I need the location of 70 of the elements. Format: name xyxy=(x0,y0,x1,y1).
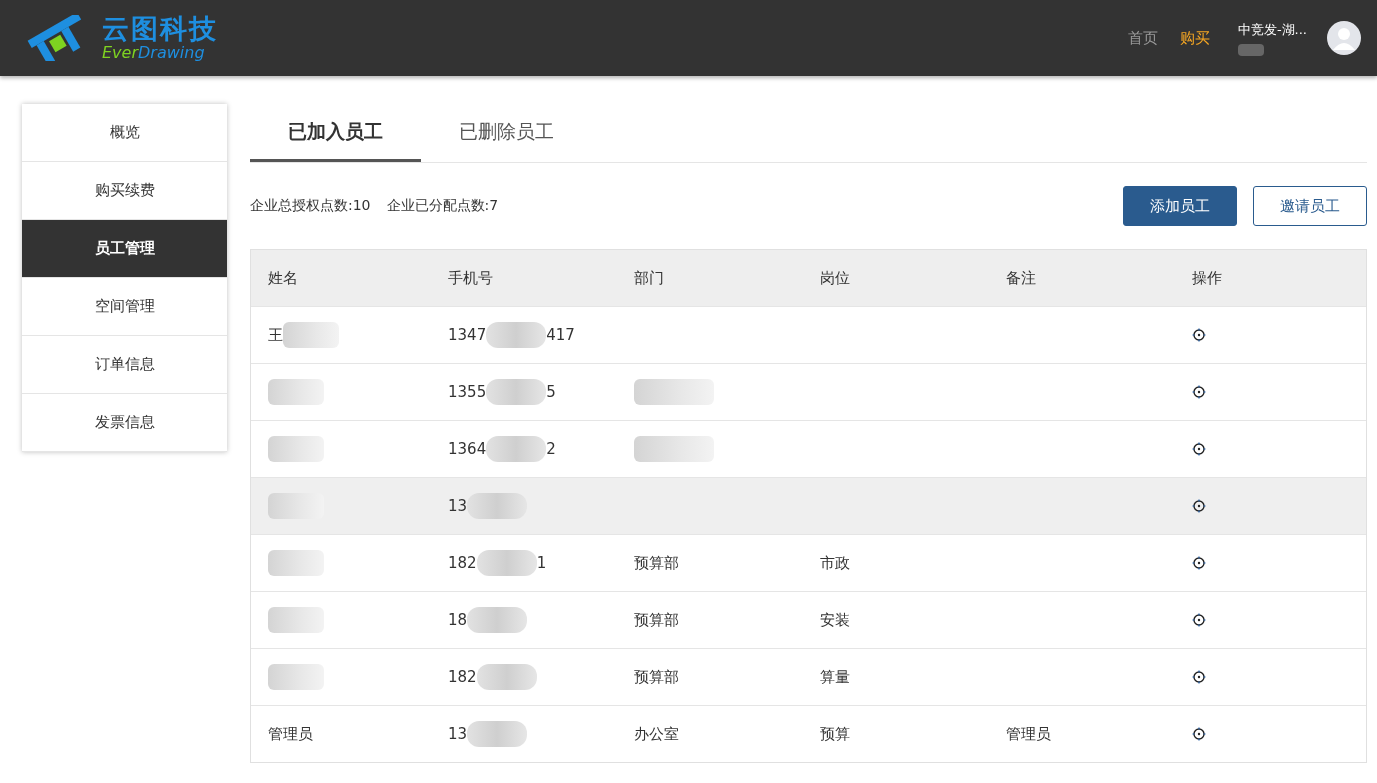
sidebar-item[interactable]: 概览 xyxy=(22,104,227,162)
summary-text: 企业总授权点数:10 xyxy=(250,197,371,215)
tab[interactable]: 已加入员工 xyxy=(250,104,421,162)
table-cell: 1355 xyxy=(448,383,487,401)
table-cell: 5 xyxy=(546,383,556,401)
table-cell: 182 xyxy=(448,554,477,572)
table-cell: 预算 xyxy=(820,724,850,744)
table-cell: 13 xyxy=(448,497,468,515)
table-cell: 预算部 xyxy=(634,610,679,630)
column-header: 备注 xyxy=(1005,268,1037,288)
company-name: 中竞发-湖... xyxy=(1237,20,1307,39)
redacted-block xyxy=(467,721,528,747)
settings-icon[interactable] xyxy=(1192,613,1206,627)
summary-text: 企业已分配点数:7 xyxy=(386,197,499,215)
table-cell: 13 xyxy=(448,725,468,743)
tab[interactable]: 已删除员工 xyxy=(421,104,592,162)
nav-link[interactable]: 购买 xyxy=(1179,28,1210,48)
nav-link[interactable]: 首页 xyxy=(1127,28,1158,48)
redacted-block xyxy=(467,607,528,633)
settings-icon[interactable] xyxy=(1192,442,1206,456)
logo-subtitle: Drawing xyxy=(138,43,205,62)
add-button[interactable]: 添加员工 xyxy=(1123,186,1237,226)
table-cell: 1347 xyxy=(448,326,487,344)
redacted-block xyxy=(476,550,537,576)
settings-icon[interactable] xyxy=(1192,727,1206,741)
table-cell: 管理员 xyxy=(1006,724,1051,744)
settings-icon[interactable] xyxy=(1192,499,1206,513)
table-row[interactable]: 182 1 预算部 市政 xyxy=(251,535,1366,592)
table-cell: 办公室 xyxy=(634,724,679,744)
table-cell: 417 xyxy=(546,326,575,344)
settings-icon[interactable] xyxy=(1192,670,1206,684)
redacted-block xyxy=(467,493,528,519)
sidebar-item[interactable]: 发票信息 xyxy=(22,394,227,452)
redacted-block xyxy=(486,322,547,348)
settings-icon[interactable] xyxy=(1192,385,1206,399)
table-cell: 预算部 xyxy=(634,553,679,573)
column-header: 手机号 xyxy=(447,268,494,288)
column-header: 姓名 xyxy=(267,268,299,288)
table-row[interactable]: 管理员 13 办公室 预算 管理员 xyxy=(251,706,1366,762)
table-cell: 2 xyxy=(546,440,556,458)
sidebar-item[interactable]: 员工管理 xyxy=(22,220,227,278)
settings-icon[interactable] xyxy=(1192,328,1206,342)
table-row[interactable]: 王 1347 417 xyxy=(251,307,1366,364)
table-cell: 182 xyxy=(448,668,477,686)
column-header: 部门 xyxy=(633,268,665,288)
redacted-block xyxy=(486,379,547,405)
table-cell: 王 xyxy=(268,325,283,345)
sidebar-item[interactable]: 空间管理 xyxy=(22,278,227,336)
table-cell: 市政 xyxy=(820,553,850,573)
table-cell: 安装 xyxy=(820,610,850,630)
column-header: 岗位 xyxy=(819,268,851,288)
logo-subtitle: Ever xyxy=(102,43,138,62)
avatar-icon[interactable] xyxy=(1327,21,1361,55)
table-cell: 1 xyxy=(536,554,547,572)
redacted-block xyxy=(486,436,547,462)
logo-title: 云图科技 xyxy=(102,15,218,42)
table-row[interactable]: 182 预算部 算量 xyxy=(251,649,1366,706)
settings-icon[interactable] xyxy=(1192,556,1206,570)
table-row[interactable]: 18 预算部 安装 xyxy=(251,592,1366,649)
table-cell: 算量 xyxy=(820,667,850,687)
column-header: 操作 xyxy=(1191,268,1223,288)
sidebar-item[interactable]: 订单信息 xyxy=(22,336,227,394)
table-cell: 1364 xyxy=(448,440,487,458)
invite-button[interactable]: 邀请员工 xyxy=(1253,186,1367,226)
table-cell: 18 xyxy=(448,611,468,629)
redacted-block xyxy=(476,664,537,690)
table-cell: 预算部 xyxy=(634,667,679,687)
table-row[interactable]: 13 xyxy=(251,478,1366,535)
table-cell: 管理员 xyxy=(268,724,313,744)
table-row[interactable]: 1355 5 xyxy=(251,364,1366,421)
